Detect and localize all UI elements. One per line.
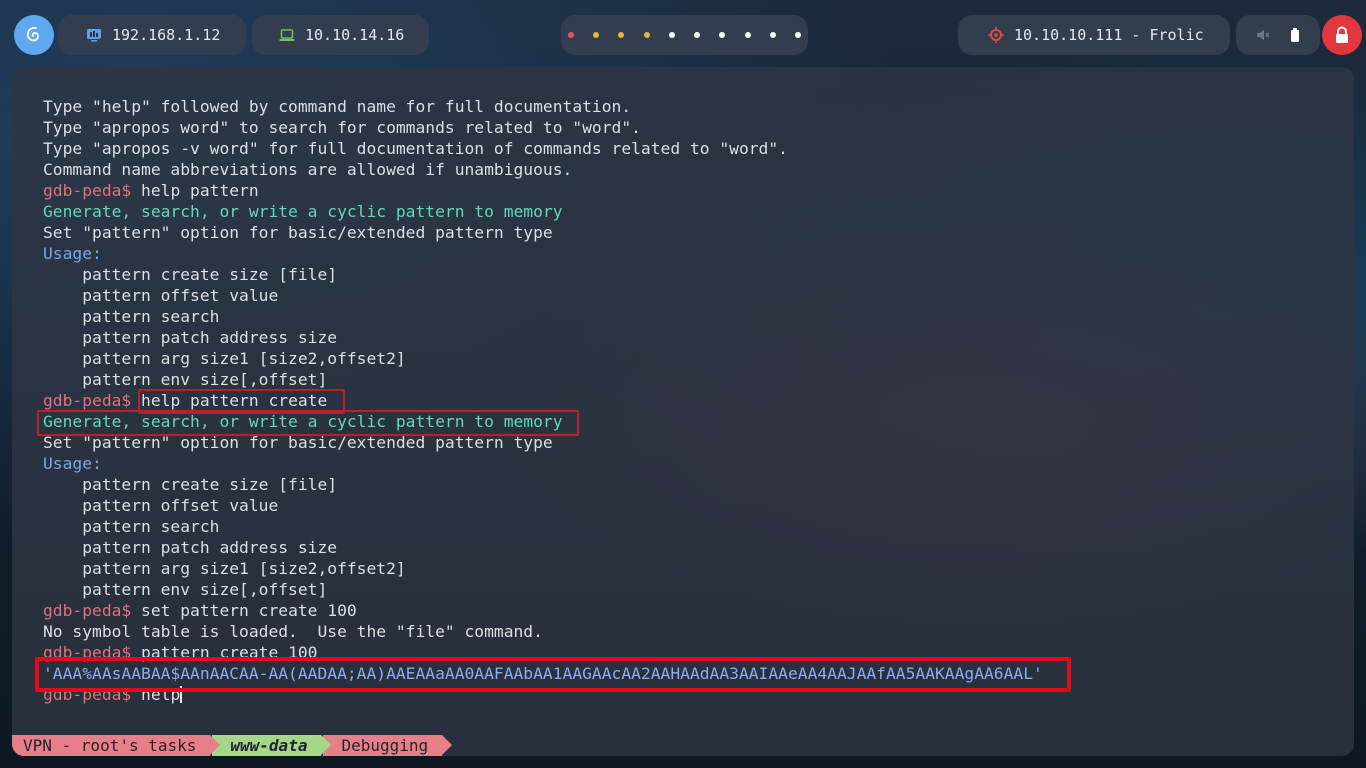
status-user-tab[interactable]: www-data <box>212 735 332 756</box>
terminal-text: pattern env size[,offset] <box>43 580 328 599</box>
target-label: 10.10.10.111 - Frolic <box>1014 26 1204 44</box>
gdb-prompt: gdb-peda$ <box>43 391 142 410</box>
target-widget[interactable]: 10.10.10.111 - Frolic <box>958 15 1230 55</box>
terminal-text: pattern create size [file] <box>43 475 338 494</box>
terminal-text: Usage: <box>43 244 102 263</box>
workspace-dot[interactable] <box>618 32 625 38</box>
workspace-dot[interactable] <box>694 32 701 38</box>
vpn-ip-label: 10.10.14.16 <box>305 26 405 44</box>
terminal-text: pattern search <box>43 517 220 536</box>
terminal-text: pattern patch address size <box>43 328 338 347</box>
terminal-text: help pattern <box>141 181 259 200</box>
battery-icon[interactable] <box>1290 27 1300 43</box>
terminal-line: Command name abbreviations are allowed i… <box>43 159 1043 180</box>
laptop-icon <box>279 27 295 43</box>
terminal-line: pattern create size [file] <box>43 474 1043 495</box>
terminal-line: Type "help" followed by command name for… <box>43 96 1043 117</box>
terminal-text: pattern arg size1 [size2,offset2] <box>43 349 406 368</box>
terminal-line: pattern env size[,offset] <box>43 579 1043 600</box>
debian-swirl-icon <box>26 26 39 42</box>
workspace-dot[interactable] <box>593 32 600 38</box>
terminal-text: Type "apropos word" to search for comman… <box>43 118 641 137</box>
system-tray <box>1236 15 1320 55</box>
terminal-text: pattern arg size1 [size2,offset2] <box>43 559 406 578</box>
terminal-line: Usage: <box>43 453 1043 474</box>
terminal-text: pattern env size[,offset] <box>43 370 328 389</box>
terminal-line: Type "apropos -v word" for full document… <box>43 138 1043 159</box>
lock-icon <box>1336 26 1348 43</box>
terminal-line: gdb-peda$ help pattern <box>43 180 1043 201</box>
terminal-text: Type "apropos -v word" for full document… <box>43 139 788 158</box>
workspace-dot[interactable] <box>769 32 776 38</box>
workspace-dot[interactable] <box>568 32 574 38</box>
terminal-line: pattern patch address size <box>43 537 1043 558</box>
terminal-line: No symbol table is loaded. Use the "file… <box>43 621 1043 642</box>
workspace-indicator[interactable] <box>561 15 808 55</box>
terminal-text: Usage: <box>43 454 102 473</box>
crosshair-target-icon <box>988 27 1004 43</box>
terminal-line: pattern patch address size <box>43 327 1043 348</box>
terminal-line: gdb-peda$ set pattern create 100 <box>43 600 1043 621</box>
vpn-ip-widget[interactable]: 10.10.14.16 <box>252 15 429 55</box>
status-window-tab[interactable]: Debugging <box>323 735 452 756</box>
terminal-line: pattern offset value <box>43 495 1043 516</box>
gdb-prompt: gdb-peda$ <box>43 601 142 620</box>
highlight-box-pattern <box>35 657 1071 692</box>
terminal-text: set pattern create 100 <box>141 601 357 620</box>
terminal-text: pattern search <box>43 307 220 326</box>
monitor-network-icon <box>86 27 102 43</box>
terminal-text: pattern offset value <box>43 286 279 305</box>
terminal-line: pattern search <box>43 306 1043 327</box>
terminal-line: Generate, search, or write a cyclic patt… <box>43 201 1043 222</box>
workspace-dot[interactable] <box>719 32 726 38</box>
gdb-prompt: gdb-peda$ <box>43 181 142 200</box>
workspace-dot[interactable] <box>794 32 801 38</box>
terminal-line: pattern env size[,offset] <box>43 369 1043 390</box>
highlight-box-description <box>37 410 579 436</box>
terminal-line: pattern create size [file] <box>43 264 1043 285</box>
terminal-text: pattern offset value <box>43 496 279 515</box>
local-ip-label: 192.168.1.12 <box>112 26 221 44</box>
workspace-dot[interactable] <box>744 32 751 38</box>
terminal-text: Set "pattern" option for basic/extended … <box>43 223 553 242</box>
workspace-dot[interactable] <box>668 32 675 38</box>
terminal-line: pattern search <box>43 516 1043 537</box>
power-lock-button[interactable] <box>1322 15 1362 55</box>
terminal-line: pattern arg size1 [size2,offset2] <box>43 348 1043 369</box>
debian-logo-button[interactable] <box>14 15 54 55</box>
top-bar: 192.168.1.12 10.10.14.16 10.10.10.111 - … <box>0 0 1366 70</box>
terminal-text: pattern create size [file] <box>43 265 338 284</box>
terminal-line: Usage: <box>43 243 1043 264</box>
volume-muted-icon[interactable] <box>1256 28 1270 42</box>
terminal-text: pattern patch address size <box>43 538 338 557</box>
status-session-tab[interactable]: VPN - root's tasks <box>12 735 221 756</box>
terminal-text: Type "help" followed by command name for… <box>43 97 632 116</box>
terminal-text: No symbol table is loaded. Use the "file… <box>43 622 543 641</box>
terminal-text: Generate, search, or write a cyclic patt… <box>43 202 563 221</box>
terminal-line: Set "pattern" option for basic/extended … <box>43 222 1043 243</box>
terminal-window[interactable]: Type "help" followed by command name for… <box>12 67 1354 756</box>
terminal-line: pattern offset value <box>43 285 1043 306</box>
local-ip-widget[interactable]: 192.168.1.12 <box>58 15 246 55</box>
workspace-dot[interactable] <box>643 32 650 38</box>
terminal-line: pattern arg size1 [size2,offset2] <box>43 558 1043 579</box>
tmux-status-bar: VPN - root's tasks www-data Debugging <box>12 735 452 756</box>
terminal-text: Command name abbreviations are allowed i… <box>43 160 573 179</box>
terminal-line: Type "apropos word" to search for comman… <box>43 117 1043 138</box>
